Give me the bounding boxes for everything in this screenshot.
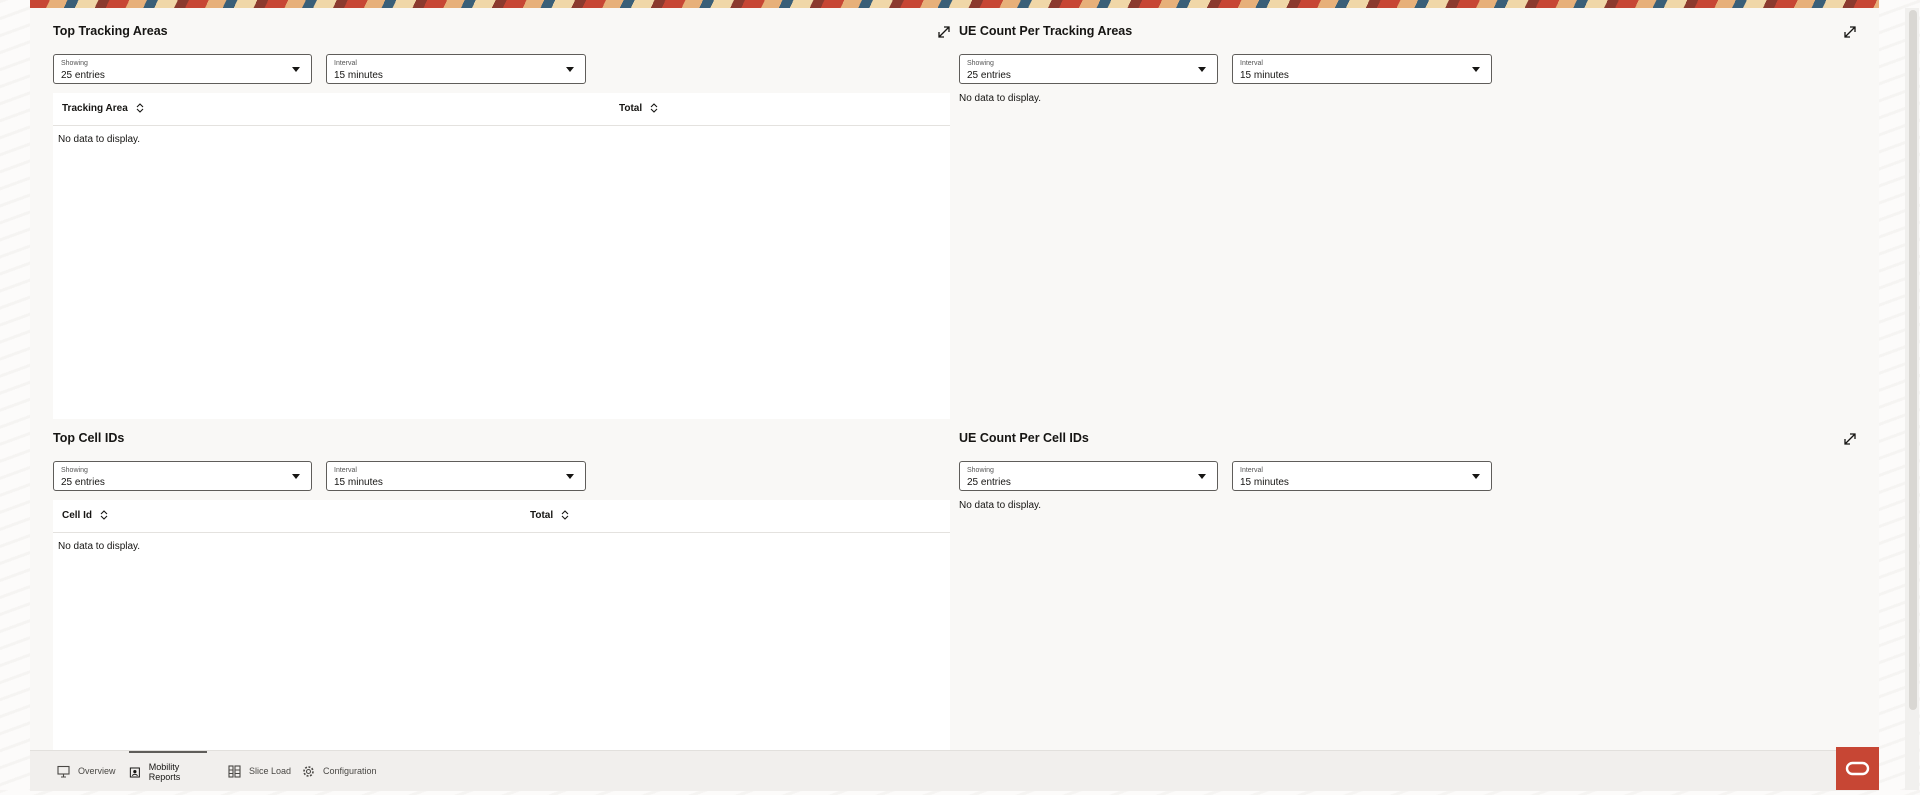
interval-select-value: 15 minutes	[1240, 70, 1289, 81]
showing-select-value: 25 entries	[61, 70, 105, 81]
chevron-down-icon	[292, 67, 300, 72]
nav-item-mobility-reports[interactable]: Mobility Reports	[129, 751, 207, 791]
interval-select-label: Interval	[1240, 60, 1263, 67]
card-title: UE Count Per Tracking Areas	[959, 24, 1133, 38]
chevron-down-icon	[1198, 67, 1206, 72]
showing-select-label: Showing	[61, 60, 88, 67]
chevron-down-icon	[566, 67, 574, 72]
table-header: Cell Id Total	[53, 500, 950, 533]
scrollbar-thumb[interactable]	[1909, 10, 1917, 710]
chevron-down-icon	[292, 474, 300, 479]
column-header-cell-id[interactable]: Cell Id	[62, 510, 108, 521]
footer-nav-bar: Overview Mobility Reports Slice Load Con…	[30, 750, 1879, 791]
top-tracking-areas-card: Top Tracking Areas Showing 25 entries In…	[53, 24, 950, 419]
grid-icon	[228, 764, 241, 778]
expand-icon[interactable]	[1844, 25, 1858, 39]
table-header: Tracking Area Total	[53, 93, 950, 126]
showing-select[interactable]: Showing 25 entries	[53, 461, 312, 491]
interval-select[interactable]: Interval 15 minutes	[1232, 54, 1492, 84]
no-data-message: No data to display.	[58, 134, 141, 145]
cell-id-table: Cell Id Total No data to display.	[53, 500, 950, 750]
nav-item-label: Slice Load	[249, 766, 292, 776]
chevron-down-icon	[1472, 67, 1480, 72]
interval-select[interactable]: Interval 15 minutes	[326, 54, 586, 84]
sort-icon	[561, 510, 569, 521]
sort-icon	[136, 103, 144, 114]
oracle-logo[interactable]	[1836, 747, 1879, 790]
nav-item-label: Configuration	[323, 766, 377, 776]
column-header-tracking-area[interactable]: Tracking Area	[62, 103, 144, 114]
no-data-message: No data to display.	[58, 541, 141, 552]
nav-item-label: Overview	[78, 766, 116, 776]
showing-select-label: Showing	[967, 467, 994, 474]
expand-icon[interactable]	[1844, 432, 1858, 446]
nav-item-overview[interactable]: Overview	[57, 751, 116, 791]
showing-select[interactable]: Showing 25 entries	[53, 54, 312, 84]
chevron-down-icon	[1472, 474, 1480, 479]
chevron-down-icon	[1198, 474, 1206, 479]
interval-select-label: Interval	[334, 60, 357, 67]
no-data-message: No data to display.	[959, 93, 1042, 104]
interval-select-value: 15 minutes	[334, 70, 383, 81]
nav-item-label: Mobility Reports	[148, 762, 181, 782]
interval-select-value: 15 minutes	[1240, 477, 1289, 488]
nav-item-configuration[interactable]: Configuration	[302, 751, 377, 791]
column-header-total[interactable]: Total	[619, 103, 658, 114]
report-icon	[129, 766, 140, 778]
showing-select-label: Showing	[61, 467, 88, 474]
expand-icon[interactable]	[938, 25, 952, 39]
sort-icon	[650, 103, 658, 114]
no-data-message: No data to display.	[959, 500, 1042, 511]
top-cell-ids-card: Top Cell IDs Showing 25 entries Interval…	[53, 431, 950, 750]
interval-select-label: Interval	[334, 467, 357, 474]
showing-select-value: 25 entries	[61, 477, 105, 488]
chevron-down-icon	[566, 474, 574, 479]
gear-icon	[303, 765, 314, 777]
ue-count-cell-ids-card: UE Count Per Cell IDs Showing 25 entries…	[959, 431, 1858, 750]
column-header-total[interactable]: Total	[530, 510, 569, 521]
showing-select-value: 25 entries	[967, 70, 1011, 81]
ue-count-tracking-areas-card: UE Count Per Tracking Areas Showing 25 e…	[959, 24, 1858, 419]
showing-select[interactable]: Showing 25 entries	[959, 54, 1218, 84]
showing-select-label: Showing	[967, 60, 994, 67]
decorative-header-band	[30, 0, 1879, 8]
card-title: UE Count Per Cell IDs	[959, 431, 1089, 445]
nav-item-slice-load[interactable]: Slice Load	[228, 751, 291, 791]
monitor-icon	[57, 765, 70, 778]
showing-select[interactable]: Showing 25 entries	[959, 461, 1218, 491]
card-title: Top Cell IDs	[53, 431, 125, 445]
tracking-area-table: Tracking Area Total No data to display.	[53, 93, 950, 419]
showing-select-value: 25 entries	[967, 477, 1011, 488]
interval-select[interactable]: Interval 15 minutes	[326, 461, 586, 491]
interval-select-value: 15 minutes	[334, 477, 383, 488]
interval-select[interactable]: Interval 15 minutes	[1232, 461, 1492, 491]
interval-select-label: Interval	[1240, 467, 1263, 474]
card-title: Top Tracking Areas	[53, 24, 168, 38]
oracle-logo-icon	[1845, 761, 1870, 776]
sort-icon	[100, 510, 108, 521]
